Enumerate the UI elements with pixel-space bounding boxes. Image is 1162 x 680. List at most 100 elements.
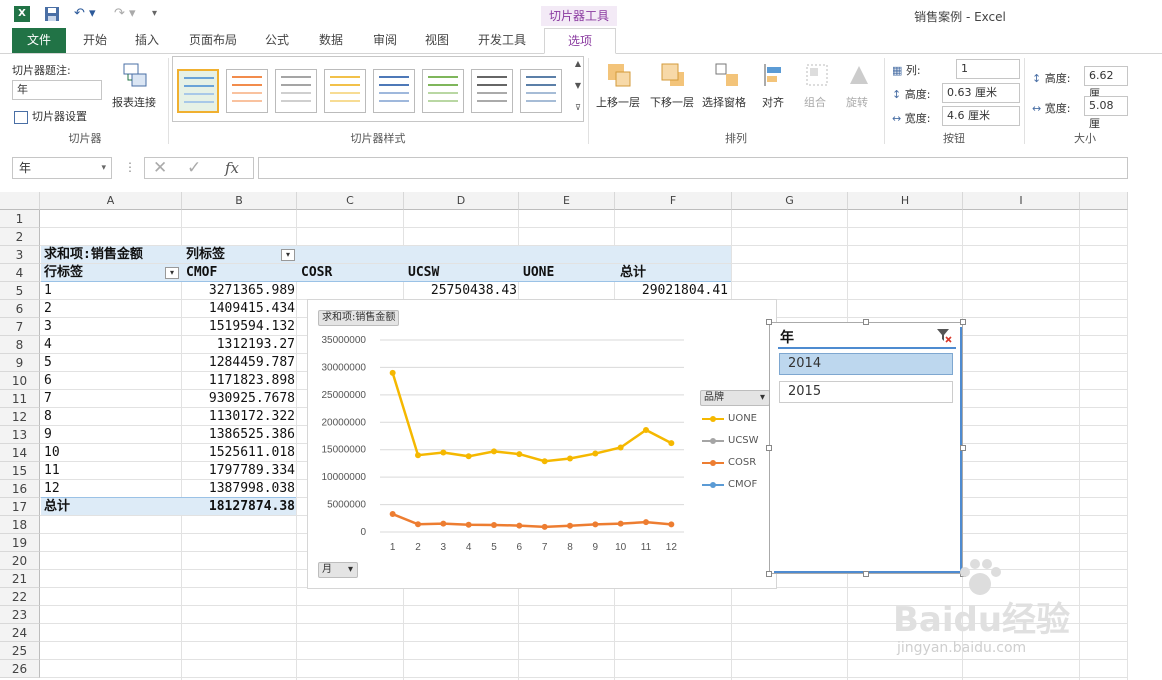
data-point-cosr[interactable] [415,521,421,528]
pivot-value-cell[interactable]: 1519594.132 [182,318,295,336]
resize-handle[interactable] [863,571,869,577]
slicer-style-6[interactable] [422,69,464,113]
size-height-input[interactable]: 6.62 厘 [1084,66,1128,100]
tab-home[interactable]: 开始 [72,28,118,53]
customize-qat-icon[interactable]: ▾ [152,6,162,22]
row-header-22[interactable]: 22 [0,588,40,606]
row-header-4[interactable]: 4 [0,264,40,282]
button-height-input[interactable]: 0.63 厘米 [942,83,1020,103]
column-header-h[interactable]: H [848,192,963,210]
tab-review[interactable]: 审阅 [362,28,408,53]
pivot-row-label[interactable]: 11 [44,462,104,480]
pivot-row-label[interactable]: 5 [44,354,104,372]
data-point-cosr[interactable] [491,521,497,528]
bring-forward-label[interactable]: 上移一层 [596,94,640,110]
legend-entry-cosr[interactable]: COSR [702,456,772,470]
slicer-item-2015[interactable]: 2015 [779,381,953,403]
data-point-uone[interactable] [440,449,447,456]
row-header-25[interactable]: 25 [0,642,40,660]
row-header-13[interactable]: 13 [0,426,40,444]
slicer-item-2014[interactable]: 2014 [779,353,953,375]
row-header-8[interactable]: 8 [0,336,40,354]
data-point-uone[interactable] [567,455,573,462]
gallery-scroll-down-icon[interactable]: ▼ [575,81,581,90]
pivot-column-header[interactable]: CMOF [186,264,286,282]
slicer-style-3[interactable] [275,69,317,113]
pivot-column-header[interactable]: 总计 [620,264,720,282]
tab-view[interactable]: 视图 [414,28,460,53]
size-width-input[interactable]: 5.08 厘 [1084,96,1128,130]
data-point-uone[interactable] [643,426,649,433]
selection-pane-icon[interactable] [714,62,740,88]
redo-icon[interactable]: ↷ ▾ [114,6,140,22]
report-connections-label[interactable]: 报表连接 [112,94,156,110]
slicer-caption-input[interactable]: 年 [12,80,102,100]
legend-entry-uone[interactable]: UONE [702,412,772,426]
row-header-15[interactable]: 15 [0,462,40,480]
row-header-10[interactable]: 10 [0,372,40,390]
row-header-18[interactable]: 18 [0,516,40,534]
pivot-chart[interactable]: 求和项:销售金额 35000000 30000000 25000000 2000000… [307,299,777,589]
pivot-grand-total-value[interactable]: 18127874.38 [182,498,295,516]
pivot-value-cell[interactable]: 1797789.334 [182,462,295,480]
pivot-row-label[interactable]: 6 [44,372,104,390]
pivot-column-header[interactable]: COSR [301,264,401,282]
tab-formulas[interactable]: 公式 [254,28,300,53]
cancel-icon[interactable]: ✕ [153,158,167,178]
pivot-column-header[interactable]: UONE [523,264,623,282]
align-label[interactable]: 对齐 [762,94,784,110]
pivot-column-labels[interactable]: 列标签 [186,246,276,264]
row-header-12[interactable]: 12 [0,408,40,426]
slicer-style-4[interactable] [324,69,366,113]
insert-function-icon[interactable]: fx [225,158,239,178]
data-point-uone[interactable] [617,444,624,451]
data-point-cosr[interactable] [567,522,573,529]
column-header-blank[interactable] [1080,192,1128,210]
pivot-value-cell[interactable]: 1409415.434 [182,300,295,318]
column-header-d[interactable]: D [404,192,519,210]
tab-insert[interactable]: 插入 [124,28,170,53]
slicer[interactable]: 年 2014 2015 [769,322,963,574]
data-point-uone[interactable] [389,369,396,376]
pivot-row-label[interactable]: 12 [44,480,104,498]
pivot-row-label[interactable]: 8 [44,408,104,426]
row-header-7[interactable]: 7 [0,318,40,336]
pivot-row-label[interactable]: 10 [44,444,104,462]
data-point-uone[interactable] [516,451,523,458]
series-line-cosr[interactable] [392,512,672,529]
pivot-value-cell[interactable]: 1525611.018 [182,444,295,462]
enter-icon[interactable]: ✓ [187,158,201,178]
row-header-24[interactable]: 24 [0,624,40,642]
column-header-a[interactable]: A [40,192,182,210]
pivot-value-cell[interactable]: 29021804.41 [615,282,728,300]
column-header-e[interactable]: E [519,192,615,210]
column-filter-dropdown-icon[interactable]: ▾ [281,249,295,261]
send-backward-icon[interactable] [660,62,686,88]
data-point-cosr[interactable] [541,523,548,530]
slicer-style-2[interactable] [226,69,268,113]
pivot-row-label[interactable]: 1 [44,282,104,300]
data-point-cosr[interactable] [465,521,472,528]
pivot-value-cell[interactable]: 25750438.43 [404,282,517,300]
row-header-2[interactable]: 2 [0,228,40,246]
slicer-style-8[interactable] [520,69,562,113]
columns-input[interactable]: 1 [956,59,1020,79]
send-backward-label[interactable]: 下移一层 [650,94,694,110]
pivot-value-cell[interactable]: 1130172.322 [182,408,295,426]
column-header-i[interactable]: I [963,192,1080,210]
legend-entry-ucsw[interactable]: UCSW [702,434,772,448]
resize-handle[interactable] [960,445,966,451]
data-point-cosr[interactable] [389,511,396,518]
resize-handle[interactable] [863,319,869,325]
row-header-9[interactable]: 9 [0,354,40,372]
data-point-uone[interactable] [541,458,548,465]
formula-input[interactable] [258,157,1128,179]
slicer-style-1[interactable] [177,69,219,113]
row-header-17[interactable]: 17 [0,498,40,516]
data-point-uone[interactable] [592,450,599,457]
name-box[interactable]: 年 ▾ [12,157,112,179]
data-point-uone[interactable] [465,453,472,460]
legend-entry-cmof[interactable]: CMOF [702,478,772,492]
selection-pane-label[interactable]: 选择窗格 [702,94,746,110]
save-icon[interactable] [44,6,60,22]
